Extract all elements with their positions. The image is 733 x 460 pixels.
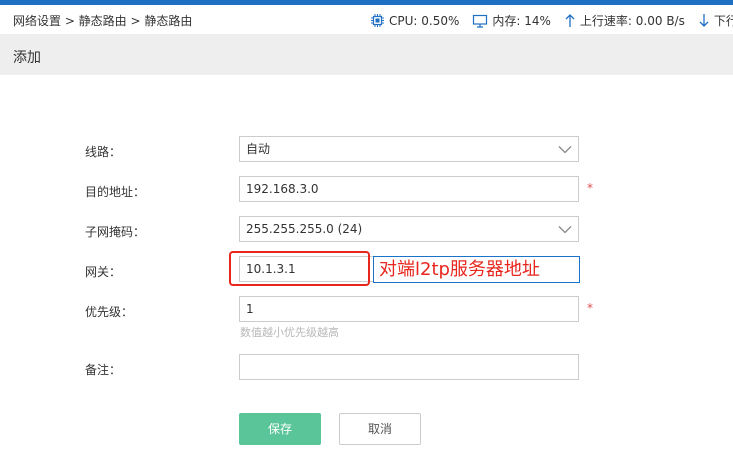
system-stats: CPU: 0.50% 内存: 14% 上行速率: 0.00 B/s 下行 xyxy=(370,12,733,29)
download-stat: 下行 xyxy=(698,12,733,29)
remark-label: 备注： xyxy=(85,363,122,377)
cancel-button[interactable]: 取消 xyxy=(339,413,421,445)
chevron-down-icon xyxy=(558,226,572,234)
page-title-bar: 添加 xyxy=(0,34,733,75)
memory-value: 内存: 14% xyxy=(492,14,551,28)
line-label: 线路： xyxy=(85,145,122,159)
destination-value: 192.168.3.0 xyxy=(246,182,319,196)
cpu-stat: CPU: 0.50% xyxy=(370,13,459,28)
top-header: 网络设置 > 静态路由 > 静态路由 CPU: 0.50% 内存: 14% 上行… xyxy=(0,5,733,34)
subnet-selected-value: 255.255.255.0 (24) xyxy=(246,222,363,236)
upload-stat: 上行速率: 0.00 B/s xyxy=(564,12,685,29)
line-select[interactable]: 自动 xyxy=(239,136,579,162)
priority-hint: 数值越小优先级越高 xyxy=(240,326,339,339)
subnet-label: 子网掩码： xyxy=(85,225,146,239)
annotation-highlight-box xyxy=(229,251,370,286)
memory-stat: 内存: 14% xyxy=(472,12,551,29)
cpu-icon xyxy=(371,14,384,27)
remark-input[interactable] xyxy=(239,354,579,380)
arrow-up-icon xyxy=(565,14,575,27)
subnet-select[interactable]: 255.255.255.0 (24) xyxy=(239,216,579,242)
monitor-icon xyxy=(473,14,488,28)
arrow-down-icon xyxy=(699,14,709,27)
priority-label: 优先级： xyxy=(85,305,134,319)
priority-input[interactable]: 1 xyxy=(239,296,579,322)
destination-label: 目的地址： xyxy=(85,185,146,199)
destination-input[interactable]: 192.168.3.0 xyxy=(239,176,579,202)
breadcrumb: 网络设置 > 静态路由 > 静态路由 xyxy=(13,14,193,28)
page-title: 添加 xyxy=(13,50,41,66)
line-selected-value: 自动 xyxy=(246,142,271,156)
chevron-down-icon xyxy=(558,146,572,154)
upload-value: 上行速率: 0.00 B/s xyxy=(579,14,685,28)
cpu-value: CPU: 0.50% xyxy=(389,13,460,28)
annotation-note: 对端l2tp服务器地址 xyxy=(373,256,580,283)
download-value: 下行 xyxy=(713,14,733,28)
priority-required-mark: * xyxy=(587,301,593,315)
priority-value: 1 xyxy=(246,302,254,316)
gateway-label: 网关： xyxy=(85,265,122,279)
destination-required-mark: * xyxy=(587,181,593,195)
save-button[interactable]: 保存 xyxy=(239,413,321,445)
